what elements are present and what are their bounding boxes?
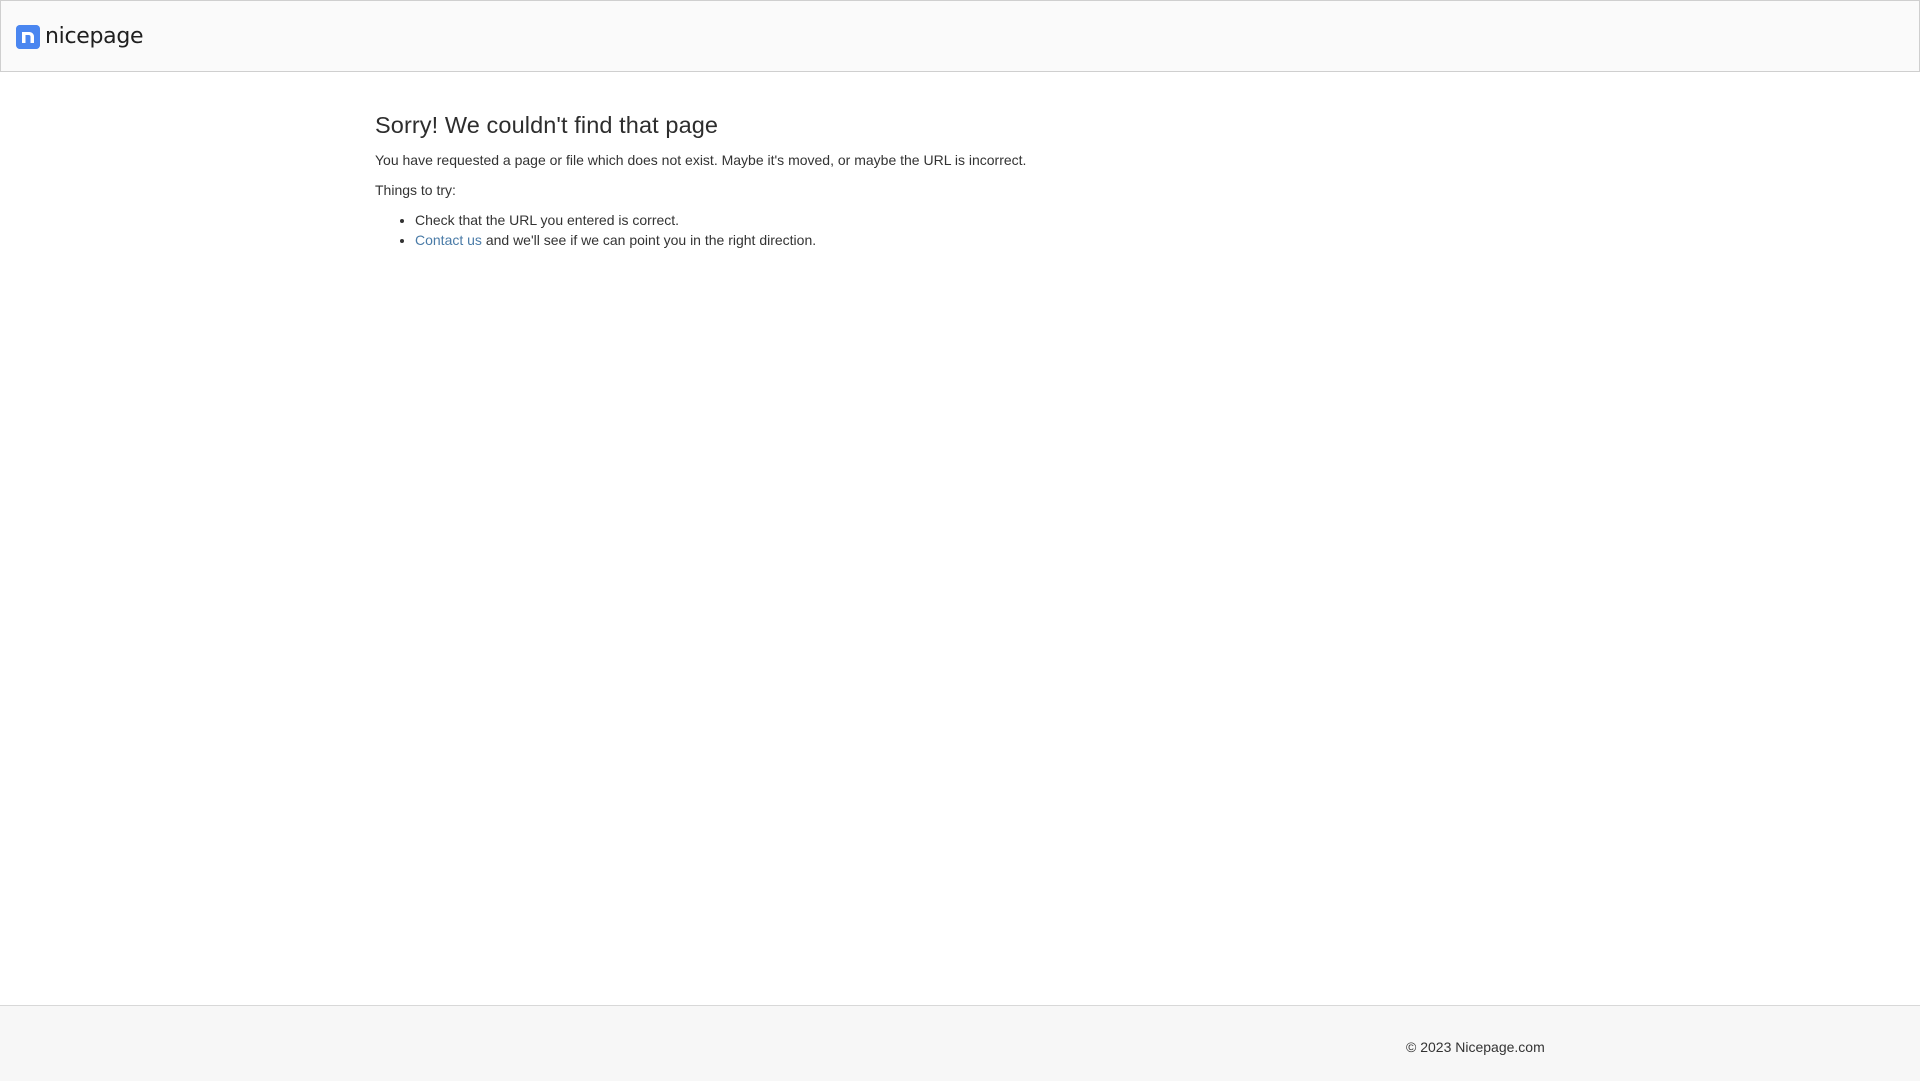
site-logo-link[interactable]: nicepage [16, 23, 144, 51]
page-title: Sorry! We couldn't find that page [375, 112, 719, 138]
error-content: Sorry! We couldn't find that page You ha… [375, 108, 1275, 250]
site-header: nicepage [0, 0, 1920, 72]
suggestion-text: and we'll see if we can point you in the… [481, 232, 817, 248]
things-to-try-label: Things to try: [375, 182, 456, 198]
list-item: Contact us and we'll see if we can point… [415, 230, 1275, 250]
logo-text: nicepage [45, 24, 144, 49]
site-footer: © 2023 Nicepage.com [0, 1005, 1920, 1081]
n-logo-icon [16, 25, 40, 49]
contact-us-link[interactable]: Contact us [415, 232, 482, 248]
copyright-text: © 2023 Nicepage.com [1406, 1039, 1545, 1055]
error-description: You have requested a page or file which … [375, 152, 1027, 168]
suggestion-text: Check that the URL you entered is correc… [415, 212, 680, 228]
list-item: Check that the URL you entered is correc… [415, 210, 1275, 230]
suggestions-list: Check that the URL you entered is correc… [375, 210, 1275, 250]
